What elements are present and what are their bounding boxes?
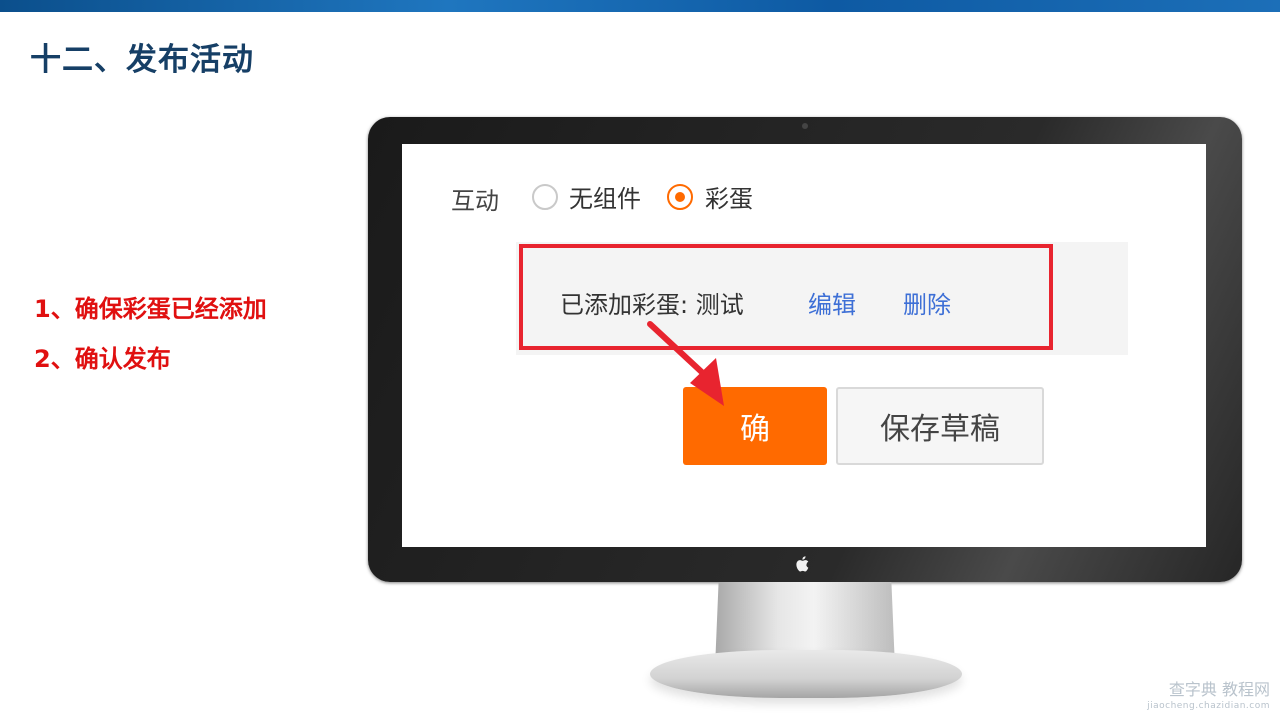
watermark-main: 查字典 教程网: [1168, 680, 1270, 699]
apple-logo-icon: [796, 556, 809, 572]
save-draft-button[interactable]: 保存草稿: [836, 387, 1044, 465]
top-banner: [0, 0, 1280, 12]
radio-easter-egg[interactable]: [667, 184, 693, 210]
slide-title: 十二、发布活动: [30, 42, 254, 78]
step-2: 2、确认发布: [34, 345, 171, 373]
radio-no-component[interactable]: [532, 184, 558, 210]
step-list: 1、确保彩蛋已经添加 2、确认发布: [34, 284, 267, 384]
step-1: 1、确保彩蛋已经添加: [34, 295, 267, 323]
interaction-label: 互动: [451, 187, 499, 215]
radio-selected-dot: [675, 192, 685, 202]
monitor-stand-base: [650, 650, 962, 698]
watermark-url: jiaocheng.chazidian.com: [1147, 701, 1270, 711]
camera-dot: [802, 123, 808, 129]
radio-label-no-component[interactable]: 无组件: [569, 179, 641, 214]
delete-link[interactable]: 删除: [903, 285, 951, 320]
slide: 十二、发布活动 1、确保彩蛋已经添加 2、确认发布 互动 无组件 彩蛋 已添加彩…: [0, 0, 1280, 720]
watermark: 查字典 教程网 jiaocheng.chazidian.com: [1147, 682, 1270, 714]
monitor-frame: 互动 无组件 彩蛋 已添加彩蛋: 测试 编辑 删除 确 保存草稿: [368, 117, 1242, 582]
monitor-screen: 互动 无组件 彩蛋 已添加彩蛋: 测试 编辑 删除 确 保存草稿: [402, 144, 1206, 547]
edit-link[interactable]: 编辑: [808, 285, 856, 320]
radio-label-easter-egg[interactable]: 彩蛋: [705, 179, 753, 214]
confirm-publish-button[interactable]: 确: [683, 387, 827, 465]
easter-egg-status: 已添加彩蛋: 测试: [560, 291, 744, 319]
